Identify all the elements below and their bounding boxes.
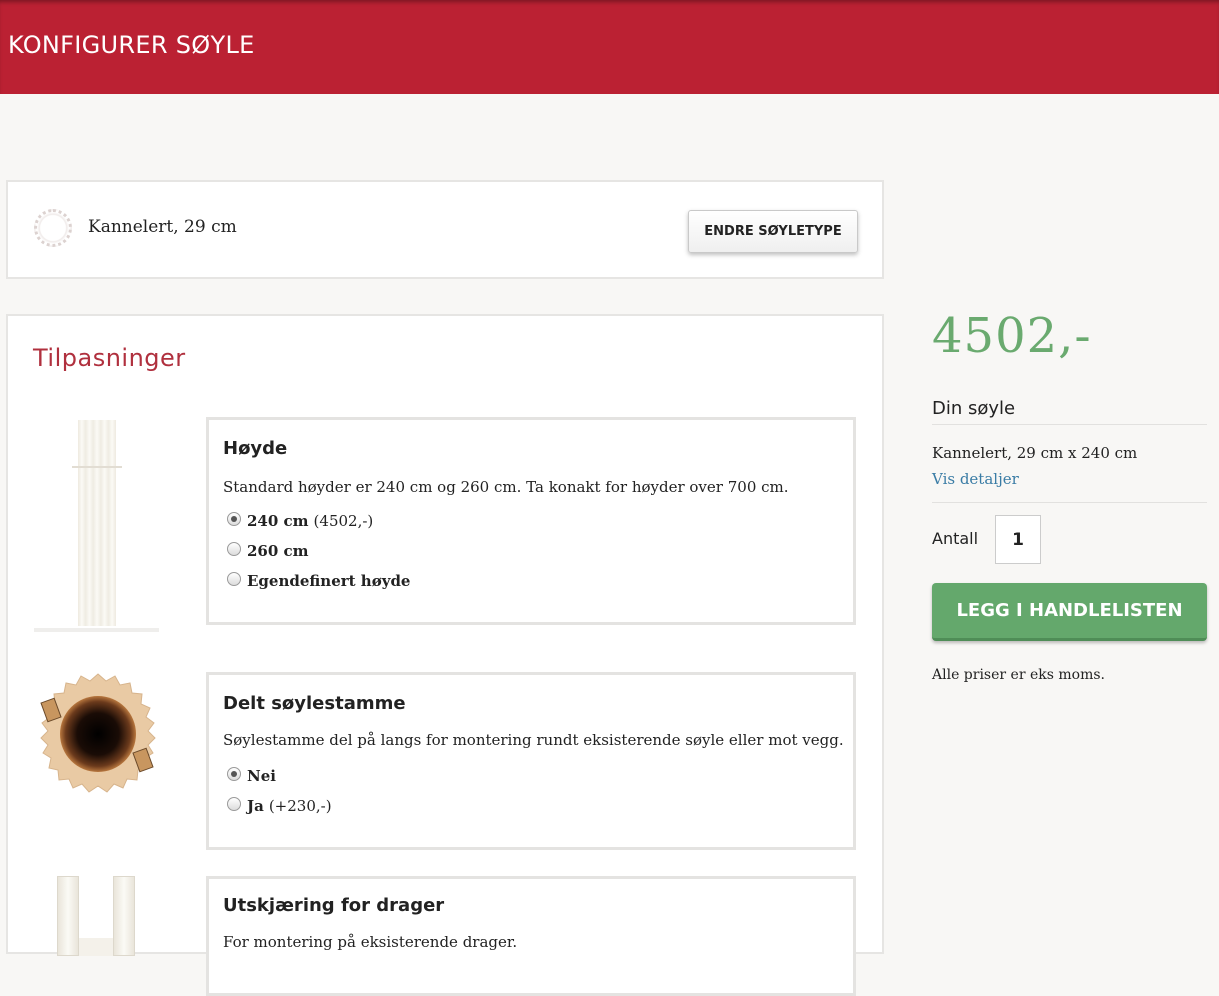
column-shaft bbox=[78, 420, 116, 626]
beam-description: For montering på eksisterende drager. bbox=[223, 933, 518, 951]
quantity-input[interactable] bbox=[995, 515, 1041, 564]
column-leg bbox=[113, 876, 135, 956]
radio-button[interactable] bbox=[227, 512, 241, 526]
customizations-title: Tilpasninger bbox=[33, 344, 186, 372]
summary-spec: Kannelert, 29 cm x 240 cm bbox=[932, 444, 1138, 462]
split-description: Søylestamme del på langs for montering r… bbox=[223, 731, 844, 749]
split-option-yes[interactable]: Ja (+230,-) bbox=[227, 797, 332, 815]
option-price: (+230,-) bbox=[268, 797, 332, 815]
height-option-260[interactable]: 260 cm bbox=[227, 542, 314, 560]
beam-cutout-image bbox=[57, 876, 137, 956]
column-height-image bbox=[34, 416, 159, 632]
add-to-list-button[interactable]: LEGG I HANDLELISTEN bbox=[932, 583, 1207, 641]
height-option-custom[interactable]: Egendefinert høyde bbox=[227, 572, 415, 590]
option-label: Nei bbox=[247, 767, 276, 785]
option-label: 240 cm bbox=[247, 512, 309, 530]
column-hollow-core bbox=[60, 696, 136, 772]
column-type-label: Kannelert, 29 cm bbox=[88, 217, 237, 237]
option-label: Ja bbox=[247, 797, 264, 815]
show-details-link[interactable]: Vis detaljer bbox=[932, 470, 1019, 488]
split-option-no[interactable]: Nei bbox=[227, 767, 281, 785]
page-title: KONFIGURER SØYLE bbox=[8, 31, 255, 59]
column-type-card: Kannelert, 29 cm ENDRE SØYLETYPE bbox=[6, 180, 884, 279]
split-title: Delt søylestamme bbox=[223, 693, 406, 714]
beam-title: Utskjæring for drager bbox=[223, 895, 445, 916]
column-cutout-bridge bbox=[79, 938, 113, 956]
option-label: Egendefinert høyde bbox=[247, 572, 411, 590]
top-header: KONFIGURER SØYLE bbox=[0, 0, 1219, 94]
divider bbox=[932, 424, 1207, 425]
radio-button[interactable] bbox=[227, 797, 241, 811]
column-ring bbox=[72, 466, 122, 468]
summary-heading: Din søyle bbox=[932, 398, 1016, 419]
radio-button[interactable] bbox=[227, 542, 241, 556]
split-column-image bbox=[40, 673, 156, 793]
split-option-box: Delt søylestamme Søylestamme del på lang… bbox=[206, 672, 856, 850]
divider bbox=[932, 502, 1207, 503]
customizations-card: Tilpasninger Høyde Standard høyder er 24… bbox=[6, 314, 884, 996]
fluted-column-ring-icon bbox=[34, 209, 72, 247]
height-title: Høyde bbox=[223, 438, 288, 459]
vat-note: Alle priser er eks moms. bbox=[932, 667, 1105, 683]
change-column-type-button[interactable]: ENDRE SØYLETYPE bbox=[688, 210, 858, 253]
radio-button[interactable] bbox=[227, 767, 241, 781]
beam-option-box: Utskjæring for drager For montering på e… bbox=[206, 876, 856, 996]
quantity-label: Antall bbox=[932, 529, 979, 548]
column-base bbox=[34, 628, 159, 632]
option-label: 260 cm bbox=[247, 542, 309, 560]
total-price: 4502,- bbox=[932, 308, 1092, 364]
column-leg bbox=[57, 876, 79, 956]
height-option-box: Høyde Standard høyder er 240 cm og 260 c… bbox=[206, 417, 856, 625]
radio-button[interactable] bbox=[227, 572, 241, 586]
height-description: Standard høyder er 240 cm og 260 cm. Ta … bbox=[223, 478, 789, 496]
height-option-240[interactable]: 240 cm (4502,-) bbox=[227, 512, 373, 530]
option-price: (4502,-) bbox=[313, 512, 374, 530]
